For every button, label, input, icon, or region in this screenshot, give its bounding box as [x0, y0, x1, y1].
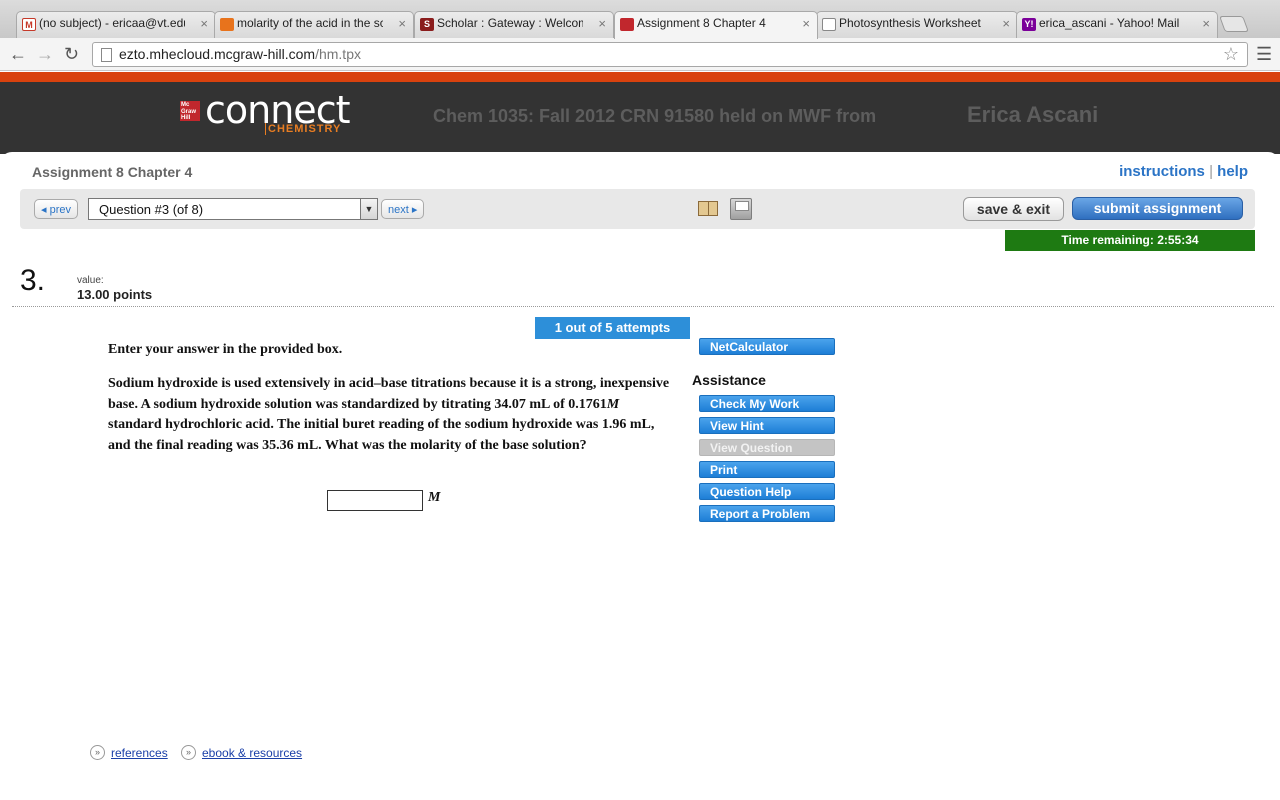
instructions-link[interactable]: instructions [1119, 163, 1205, 180]
assignment-panel: Assignment 8 Chapter 4 instructions | he… [0, 152, 1280, 800]
question-body: Sodium hydroxide is used extensively in … [108, 374, 680, 456]
references-link[interactable]: references [111, 746, 168, 760]
check-my-work-button[interactable]: Check My Work [699, 395, 835, 412]
ebook-icon[interactable] [698, 201, 718, 216]
expand-references-icon[interactable]: » [90, 745, 105, 760]
browser-toolbar: ← → ↻ ezto.mhecloud.mcgraw-hill.com/hm.t… [0, 38, 1280, 71]
prev-button[interactable]: ◂ prev [34, 199, 78, 219]
question-line: base. A sodium hydroxide solution was st… [108, 395, 680, 416]
question-select[interactable]: Question #3 (of 8) ▼ [88, 198, 378, 220]
attempts-badge: 1 out of 5 attempts [535, 317, 690, 339]
question-number: 3. [20, 264, 46, 297]
expand-ebook-icon[interactable]: » [181, 745, 196, 760]
close-icon[interactable]: × [598, 16, 606, 31]
tab-title: Assignment 8 Chapter 4 [637, 16, 766, 30]
molarity-unit: M [606, 396, 620, 412]
user-name: Erica Ascani [967, 102, 1099, 127]
question-instruction: Enter your answer in the provided box. [108, 342, 343, 357]
view-question-button: View Question [699, 439, 835, 456]
time-remaining: Time remaining: 2:55:34 [1005, 230, 1255, 251]
print-button[interactable]: Print [699, 461, 835, 478]
tab-title: Photosynthesis Worksheet [839, 16, 981, 30]
subject-label: CHEMISTRY [265, 123, 341, 135]
value-label: value: [77, 275, 104, 286]
connect-header: Mc Graw Hill connect CHEMISTRY Chem 1035… [0, 82, 1280, 154]
bookmark-star-icon[interactable]: ☆ [1223, 44, 1239, 65]
netcalculator-button[interactable]: NetCalculator [699, 338, 835, 355]
question-navigation-bar: ◂ prev Question #3 (of 8) ▼ next ▸ save … [20, 189, 1255, 229]
mcgraw-hill-icon [620, 18, 634, 31]
next-button[interactable]: next ▸ [381, 199, 425, 219]
url-path: /hm.tpx [315, 46, 361, 62]
course-title: Chem 1035: Fall 2012 CRN 91580 held on M… [433, 106, 877, 126]
back-arrow-icon[interactable]: ← [9, 44, 27, 65]
help-link[interactable]: help [1217, 163, 1248, 180]
save-disk-icon[interactable] [730, 198, 752, 220]
tab-molarity-search[interactable]: molarity of the acid in the sc × [214, 11, 414, 38]
accent-strip [0, 72, 1280, 82]
close-icon[interactable]: × [1002, 16, 1010, 31]
question-line: Sodium hydroxide is used extensively in … [108, 376, 670, 391]
menu-icon[interactable]: ☰ [1256, 44, 1272, 65]
tab-scholar[interactable]: S Scholar : Gateway : Welcome × [414, 11, 614, 38]
question-select-value: Question #3 (of 8) [99, 202, 204, 217]
close-icon[interactable]: × [1202, 16, 1210, 31]
tab-title: erica_ascani - Yahoo! Mail [1039, 16, 1180, 30]
tab-favicon-orange [220, 18, 234, 31]
question-points: 13.00 points [77, 287, 153, 302]
gmail-icon: M [22, 18, 36, 31]
question-line: standard hydrochloric acid. The initial … [108, 417, 655, 432]
address-bar[interactable]: ezto.mhecloud.mcgraw-hill.com/hm.tpx ☆ [92, 42, 1248, 67]
new-tab-button[interactable] [1219, 16, 1249, 32]
question-line: and the final reading was 35.36 mL. What… [108, 437, 587, 453]
submit-assignment-button[interactable]: submit assignment [1072, 197, 1243, 220]
assignment-title: Assignment 8 Chapter 4 [32, 164, 193, 180]
view-hint-button[interactable]: View Hint [699, 417, 835, 434]
ebook-resources-link[interactable]: ebook & resources [202, 746, 302, 760]
close-icon[interactable]: × [802, 16, 810, 31]
tab-yahoo-mail[interactable]: Y! erica_ascani - Yahoo! Mail × [1016, 11, 1218, 38]
url-domain: ezto.mhecloud.mcgraw-hill.com [119, 46, 316, 62]
scholar-s-icon: S [420, 18, 434, 31]
link-separator: | [1209, 163, 1213, 180]
tab-assignment[interactable]: Assignment 8 Chapter 4 × [614, 11, 818, 39]
yahoo-icon: Y! [1022, 18, 1036, 31]
divider [12, 306, 1274, 307]
question-help-button[interactable]: Question Help [699, 483, 835, 500]
tab-photosynthesis[interactable]: Photosynthesis Worksheet × [816, 11, 1018, 38]
forward-arrow-icon[interactable]: → [36, 44, 54, 65]
report-problem-button[interactable]: Report a Problem [699, 505, 835, 522]
answer-input[interactable] [327, 490, 423, 511]
answer-unit: M [428, 490, 441, 505]
chevron-down-icon[interactable]: ▼ [360, 199, 377, 219]
page-icon [101, 48, 112, 62]
tab-title: molarity of the acid in the sc [237, 16, 383, 30]
reload-icon[interactable]: ↻ [64, 44, 79, 65]
top-links: instructions | help [1119, 163, 1248, 180]
tab-title: (no subject) - ericaa@vt.edu [39, 16, 185, 30]
close-icon[interactable]: × [200, 16, 208, 31]
document-icon [822, 18, 836, 31]
close-icon[interactable]: × [398, 16, 406, 31]
save-exit-button[interactable]: save & exit [963, 197, 1064, 221]
mcgraw-hill-logo: Mc Graw Hill [180, 101, 200, 121]
browser-tab-bar: M (no subject) - ericaa@vt.edu × molarit… [0, 0, 1280, 39]
tab-gmail[interactable]: M (no subject) - ericaa@vt.edu × [16, 11, 216, 38]
question-line-text: base. A sodium hydroxide solution was st… [108, 396, 607, 412]
tab-title: Scholar : Gateway : Welcome [437, 16, 583, 30]
assistance-heading: Assistance [692, 372, 766, 388]
